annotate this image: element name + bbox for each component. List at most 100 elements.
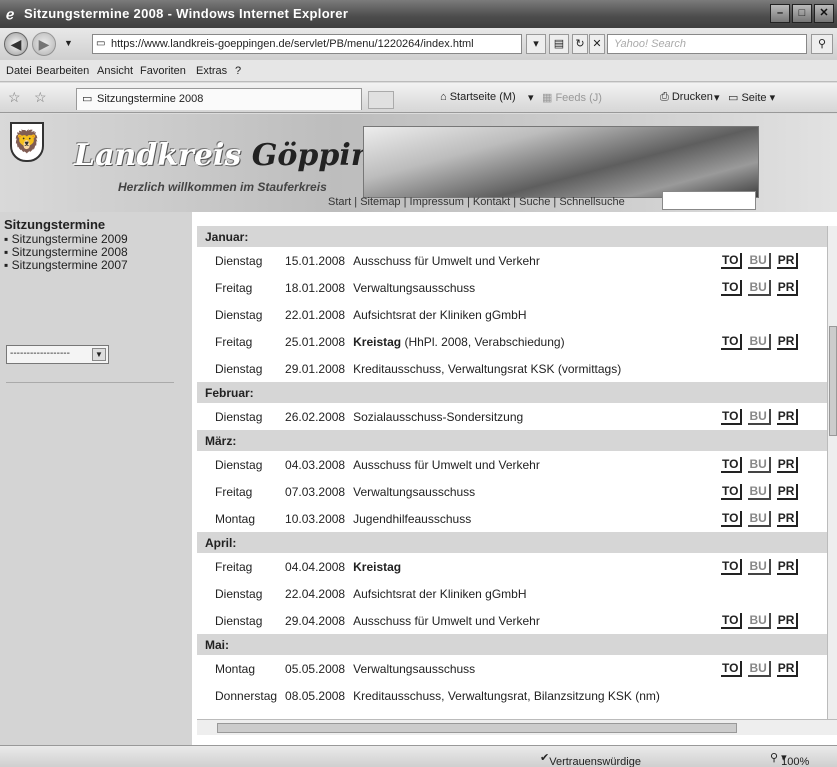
event-title-cell: Verwaltungsausschuss <box>349 655 717 682</box>
lock-icon[interactable]: ▤ <box>549 34 569 54</box>
bu-link[interactable]: BU <box>748 279 771 296</box>
to-link[interactable]: TO <box>721 558 743 575</box>
bu-link[interactable]: BU <box>748 408 771 425</box>
refresh-button[interactable]: ↻ <box>572 34 588 54</box>
schedule-panel: Januar: Dienstag 15.01.2008 Ausschuss für U… <box>197 226 827 719</box>
pr-link[interactable]: PR <box>776 483 799 500</box>
search-icon[interactable]: ⚲ <box>811 34 833 54</box>
documents-cell: TO BU PR <box>717 403 827 430</box>
event-title: Kreditausschuss, Verwaltungsrat KSK (vor… <box>353 361 622 376</box>
pr-link[interactable]: PR <box>776 279 799 296</box>
date-cell: 25.01.2008 <box>285 334 346 349</box>
to-link[interactable]: TO <box>721 660 743 677</box>
crest-logo[interactable]: 🦁 <box>10 122 44 162</box>
forward-button[interactable]: ▶ <box>32 32 56 56</box>
browser-window: ℯ Sitzungstermine 2008 - Windows Interne… <box>0 0 837 767</box>
pr-link[interactable]: PR <box>776 558 799 575</box>
date-cell: 18.01.2008 <box>285 280 346 295</box>
menu-extras[interactable]: Extras <box>196 65 227 77</box>
menu-bearbeiten[interactable]: Bearbeiten <box>36 65 89 77</box>
quick-search-input[interactable] <box>662 191 756 210</box>
to-link[interactable]: TO <box>721 408 743 425</box>
month-header-row: Februar: <box>197 382 827 403</box>
welcome-text: Herzlich willkommen im Stauferkreis <box>118 180 327 194</box>
home-label: Startseite (M) <box>449 91 516 103</box>
bu-link[interactable]: BU <box>748 612 771 629</box>
zone-indicator[interactable]: ✔ Vertrauenswürdige Sites <box>540 751 641 767</box>
weekday-cell: Dienstag <box>215 586 263 601</box>
date-cell: 15.01.2008 <box>285 253 346 268</box>
pr-link[interactable]: PR <box>776 510 799 527</box>
pr-link[interactable]: PR <box>776 456 799 473</box>
weekday-cell: Donnerstag <box>215 688 278 703</box>
to-link[interactable]: TO <box>721 483 743 500</box>
event-title-cell: Ausschuss für Umwelt und Verkehr <box>349 451 717 478</box>
month-header-row: Mai: <box>197 634 827 655</box>
page-menu-button[interactable]: ▭ Seite ▾ <box>728 91 775 104</box>
add-favorite-icon[interactable]: ☆ <box>34 89 47 106</box>
menu-help[interactable]: ? <box>235 65 241 77</box>
feeds-button[interactable]: ▦ Feeds (J) <box>542 91 602 104</box>
to-link[interactable]: TO <box>721 252 743 269</box>
pr-link[interactable]: PR <box>776 612 799 629</box>
horizontal-scrollbar[interactable] <box>197 719 837 735</box>
table-row: Montag 10.03.2008 Jugendhilfeausschuss TO BU… <box>197 505 827 532</box>
month-label: Januar: <box>197 226 827 247</box>
print-button[interactable]: ⎙ Drucken <box>660 91 713 104</box>
home-button[interactable]: ⌂ Startseite (M) <box>440 91 516 103</box>
back-button[interactable]: ◀ <box>4 32 28 56</box>
minimize-button[interactable]: – <box>770 4 790 23</box>
menu-bar: Datei Bearbeiten Ansicht Favoriten Extra… <box>0 60 837 82</box>
menu-ansicht[interactable]: Ansicht <box>97 65 133 77</box>
close-button[interactable]: ✕ <box>814 4 834 23</box>
new-tab-button[interactable] <box>368 91 394 109</box>
bu-link[interactable]: BU <box>748 483 771 500</box>
vertical-scrollbar[interactable] <box>827 226 837 719</box>
pr-link[interactable]: PR <box>776 252 799 269</box>
menu-datei[interactable]: Datei <box>6 65 32 77</box>
page-content: 🦁 Landkreis Göppingen Herzlich willkomme… <box>0 114 837 745</box>
sidebar-select[interactable]: ------------------ ▼ <box>6 345 109 364</box>
menu-favoriten[interactable]: Favoriten <box>140 65 186 77</box>
stop-button[interactable]: ✕ <box>589 34 605 54</box>
bu-link[interactable]: BU <box>748 333 771 350</box>
pr-link[interactable]: PR <box>776 333 799 350</box>
documents-cell: TO BU PR <box>717 247 827 274</box>
search-input[interactable]: Yahoo! Search <box>607 34 807 54</box>
sidebar-link-2007[interactable]: ▪ Sitzungstermine 2007 <box>4 258 128 272</box>
bu-link[interactable]: BU <box>748 510 771 527</box>
maximize-button[interactable]: □ <box>792 4 812 23</box>
month-label: März: <box>197 430 827 451</box>
bu-link[interactable]: BU <box>748 660 771 677</box>
pr-link[interactable]: PR <box>776 408 799 425</box>
tab-active[interactable]: ▭ Sitzungstermine 2008 <box>76 88 362 110</box>
url-field[interactable]: ▭ https://www.landkreis-goeppingen.de/se… <box>92 34 522 54</box>
url-dropdown-button[interactable]: ▾ <box>526 34 546 54</box>
zoom-control[interactable]: ⚲ 100% ▾ <box>770 751 809 767</box>
history-dropdown-icon[interactable]: ▼ <box>64 38 73 48</box>
bu-link[interactable]: BU <box>748 252 771 269</box>
top-navigation[interactable]: Start | Sitemap | Impressum | Kontakt | … <box>328 196 625 208</box>
to-link[interactable]: TO <box>721 510 743 527</box>
sidebar-heading: Sitzungstermine <box>4 217 106 232</box>
bu-link[interactable]: BU <box>748 456 771 473</box>
pr-link[interactable]: PR <box>776 660 799 677</box>
to-link[interactable]: TO <box>721 456 743 473</box>
weekday-cell: Freitag <box>215 280 253 295</box>
home-dropdown-icon[interactable]: ▾ <box>528 91 534 104</box>
page-icon: ▭ <box>96 38 106 49</box>
print-dropdown-icon[interactable]: ▾ <box>714 91 720 104</box>
favorites-star-icon[interactable]: ☆ <box>8 89 21 106</box>
sidebar-link-2009[interactable]: ▪ Sitzungstermine 2009 <box>4 232 128 246</box>
weekday-cell: Freitag <box>215 559 253 574</box>
scroll-thumb[interactable] <box>829 326 837 436</box>
to-link[interactable]: TO <box>721 612 743 629</box>
bu-link[interactable]: BU <box>748 558 771 575</box>
documents-cell: TO BU PR <box>717 451 827 478</box>
table-row: Freitag 07.03.2008 Verwaltungsausschuss TO B… <box>197 478 827 505</box>
scroll-thumb[interactable] <box>217 723 737 733</box>
documents-cell: TO BU PR <box>717 655 827 682</box>
sidebar-link-2008[interactable]: ▪ Sitzungstermine 2008 <box>4 245 128 259</box>
to-link[interactable]: TO <box>721 333 743 350</box>
to-link[interactable]: TO <box>721 279 743 296</box>
